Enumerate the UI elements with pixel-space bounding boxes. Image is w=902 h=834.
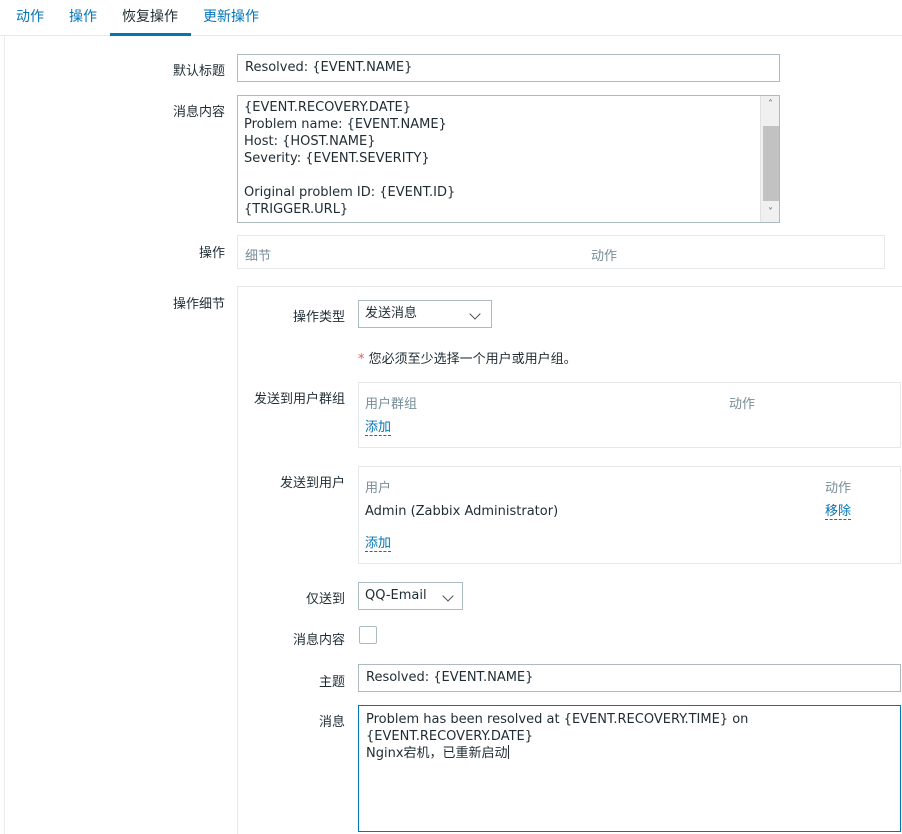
send-only-to-select[interactable]: QQ-Email xyxy=(358,582,463,610)
default-subject-input[interactable]: Resolved: {EVENT.NAME} xyxy=(237,54,780,82)
op-type-label: 操作类型 xyxy=(292,310,345,325)
chevron-down-icon xyxy=(469,308,481,320)
send-only-to-label: 仅送到 xyxy=(305,592,345,607)
page-left-border xyxy=(4,36,5,834)
required-star: * xyxy=(358,352,365,367)
default-message-line: {EVENT.RECOVERY.DATE} xyxy=(244,100,412,115)
default-message-line: {TRIGGER.URL} xyxy=(244,202,349,217)
user-row-name: Admin (Zabbix Administrator) xyxy=(365,504,559,519)
default-message-line: Original problem ID: {EVENT.ID} xyxy=(244,185,456,200)
message-line: Nginx宕机，已重新启动 xyxy=(366,745,509,761)
message-textarea[interactable]: Problem has been resolved at {EVENT.RECO… xyxy=(358,705,901,832)
required-note-text: 您必须至少选择一个用户或用户组。 xyxy=(368,352,577,367)
subject-label: 主题 xyxy=(318,675,345,690)
tab-operations[interactable]: 操作 xyxy=(63,0,103,36)
default-message-line xyxy=(244,167,455,184)
message-text: Problem has been resolved at {EVENT.RECO… xyxy=(366,711,893,762)
add-user-link[interactable]: 添加 xyxy=(365,536,392,552)
col-details-header: 细节 xyxy=(245,249,272,264)
default-message-label: 消息内容 xyxy=(172,105,225,120)
subject-input[interactable]: Resolved: {EVENT.NAME} xyxy=(358,664,901,692)
col-user-header: 用户 xyxy=(365,481,392,496)
send-only-to-value: QQ-Email xyxy=(365,588,427,603)
default-message-line: Host: {HOST.NAME} xyxy=(244,134,376,149)
default-message-line: Severity: {EVENT.SEVERITY} xyxy=(244,151,430,166)
tab-recovery-operations[interactable]: 恢复操作 xyxy=(110,0,191,36)
op-type-value: 发送消息 xyxy=(365,306,418,321)
chevron-down-icon xyxy=(442,590,454,602)
operation-details-panel: 操作类型 发送消息 * 您必须至少选择一个用户或用户组。 发送到用户群组 用户群… xyxy=(237,286,902,834)
col-user-group-header: 用户群组 xyxy=(365,397,418,412)
required-note: * 您必须至少选择一个用户或用户组。 xyxy=(358,348,577,367)
default-message-line: Problem name: {EVENT.NAME} xyxy=(244,117,447,132)
user-groups-table: 用户群组 动作 添加 xyxy=(358,382,901,448)
scrolled-text-fragment xyxy=(244,96,424,97)
send-to-users-label: 发送到用户 xyxy=(279,476,345,491)
tab-bar: 动作 操作 恢复操作 更新操作 xyxy=(0,0,902,36)
default-message-scrollbar[interactable]: ˄ ˅ xyxy=(760,96,779,222)
text-caret xyxy=(507,745,509,759)
message-line: Problem has been resolved at {EVENT.RECO… xyxy=(366,712,749,727)
send-to-groups-label: 发送到用户群组 xyxy=(253,392,345,407)
tab-actions[interactable]: 动作 xyxy=(10,0,50,36)
message-line: {EVENT.RECOVERY.DATE} xyxy=(366,729,534,744)
operations-table: 细节 动作 xyxy=(237,235,885,269)
col-action-header: 动作 xyxy=(591,249,618,264)
col-action-header: 动作 xyxy=(729,397,756,412)
operation-details-label: 操作细节 xyxy=(172,297,225,312)
operations-label: 操作 xyxy=(198,246,225,261)
tab-update-operations[interactable]: 更新操作 xyxy=(197,0,265,36)
users-table: 用户 动作 Admin (Zabbix Administrator) 移除 添加 xyxy=(358,466,901,564)
default-message-checkbox[interactable] xyxy=(359,626,377,644)
default-message-checkbox-label: 消息内容 xyxy=(292,633,345,648)
scroll-thumb[interactable] xyxy=(763,126,779,201)
message-label: 消息 xyxy=(318,715,345,730)
default-message-text: {EVENT.RECOVERY.DATE} Problem name: {EVEN… xyxy=(244,99,455,218)
default-subject-label: 默认标题 xyxy=(172,64,225,79)
op-type-select[interactable]: 发送消息 xyxy=(358,300,492,328)
default-message-textarea[interactable]: {EVENT.RECOVERY.DATE} Problem name: {EVEN… xyxy=(237,95,780,223)
remove-user-link[interactable]: 移除 xyxy=(825,504,852,520)
chevron-down-icon[interactable]: ˅ xyxy=(761,204,779,222)
chevron-up-icon[interactable]: ˄ xyxy=(761,96,779,114)
add-user-group-link[interactable]: 添加 xyxy=(365,420,392,436)
col-action-header: 动作 xyxy=(825,481,852,496)
